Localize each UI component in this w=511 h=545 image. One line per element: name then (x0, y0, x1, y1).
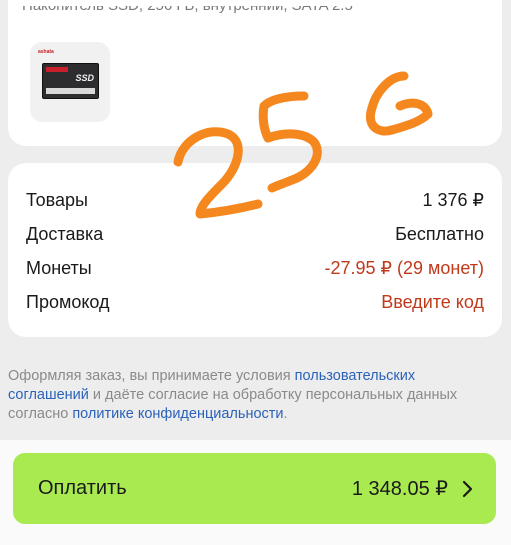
legal-suffix: . (283, 406, 288, 422)
coins-label: Монеты (26, 257, 92, 278)
order-summary-card: Товары 1 376 ₽ Доставка Бесплатно Монеты… (8, 163, 502, 337)
summary-row-promo[interactable]: Промокод Введите код (26, 289, 484, 315)
goods-label: Товары (26, 189, 88, 210)
delivery-label: Доставка (26, 223, 104, 244)
coins-value: -27.95 ₽ (29 монет) (324, 257, 485, 278)
product-thumbnail[interactable]: SSD ashata (30, 42, 110, 122)
ssd-brand-stripe (46, 67, 68, 72)
chevron-right-icon (462, 480, 473, 497)
legal-note: Оформляя заказ, вы принимаете условия по… (8, 367, 498, 424)
summary-row-goods: Товары 1 376 ₽ (26, 187, 484, 213)
promo-label: Промокод (26, 291, 110, 312)
product-title-cut: Накопитель SSD, 256 ГБ, внутренний, SATA… (22, 6, 442, 20)
pay-amount-group: 1 348.05 ₽ (352, 476, 474, 501)
pay-label: Оплатить (38, 477, 127, 499)
summary-row-delivery: Доставка Бесплатно (26, 221, 484, 247)
ssd-image: SSD (42, 63, 99, 99)
product-title: Накопитель SSD, 256 ГБ, внутренний, SATA… (22, 6, 353, 14)
thumbnail-brand: ashata (38, 49, 54, 55)
ssd-bar (46, 88, 95, 94)
summary-row-coins[interactable]: Монеты -27.95 ₽ (29 монет) (26, 255, 484, 281)
goods-value: 1 376 ₽ (422, 189, 485, 210)
ssd-label: SSD (75, 73, 94, 83)
product-card: Накопитель SSD, 256 ГБ, внутренний, SATA… (8, 0, 502, 146)
delivery-value: Бесплатно (395, 223, 484, 244)
promo-enter-code-link[interactable]: Введите код (381, 292, 484, 313)
pay-amount: 1 348.05 ₽ (351, 478, 448, 500)
privacy-policy-link[interactable]: политике конфиденциальности (72, 406, 283, 422)
legal-prefix: Оформляя заказ, вы принимаете условия (8, 368, 295, 384)
pay-button[interactable]: Оплатить 1 348.05 ₽ (13, 453, 496, 524)
